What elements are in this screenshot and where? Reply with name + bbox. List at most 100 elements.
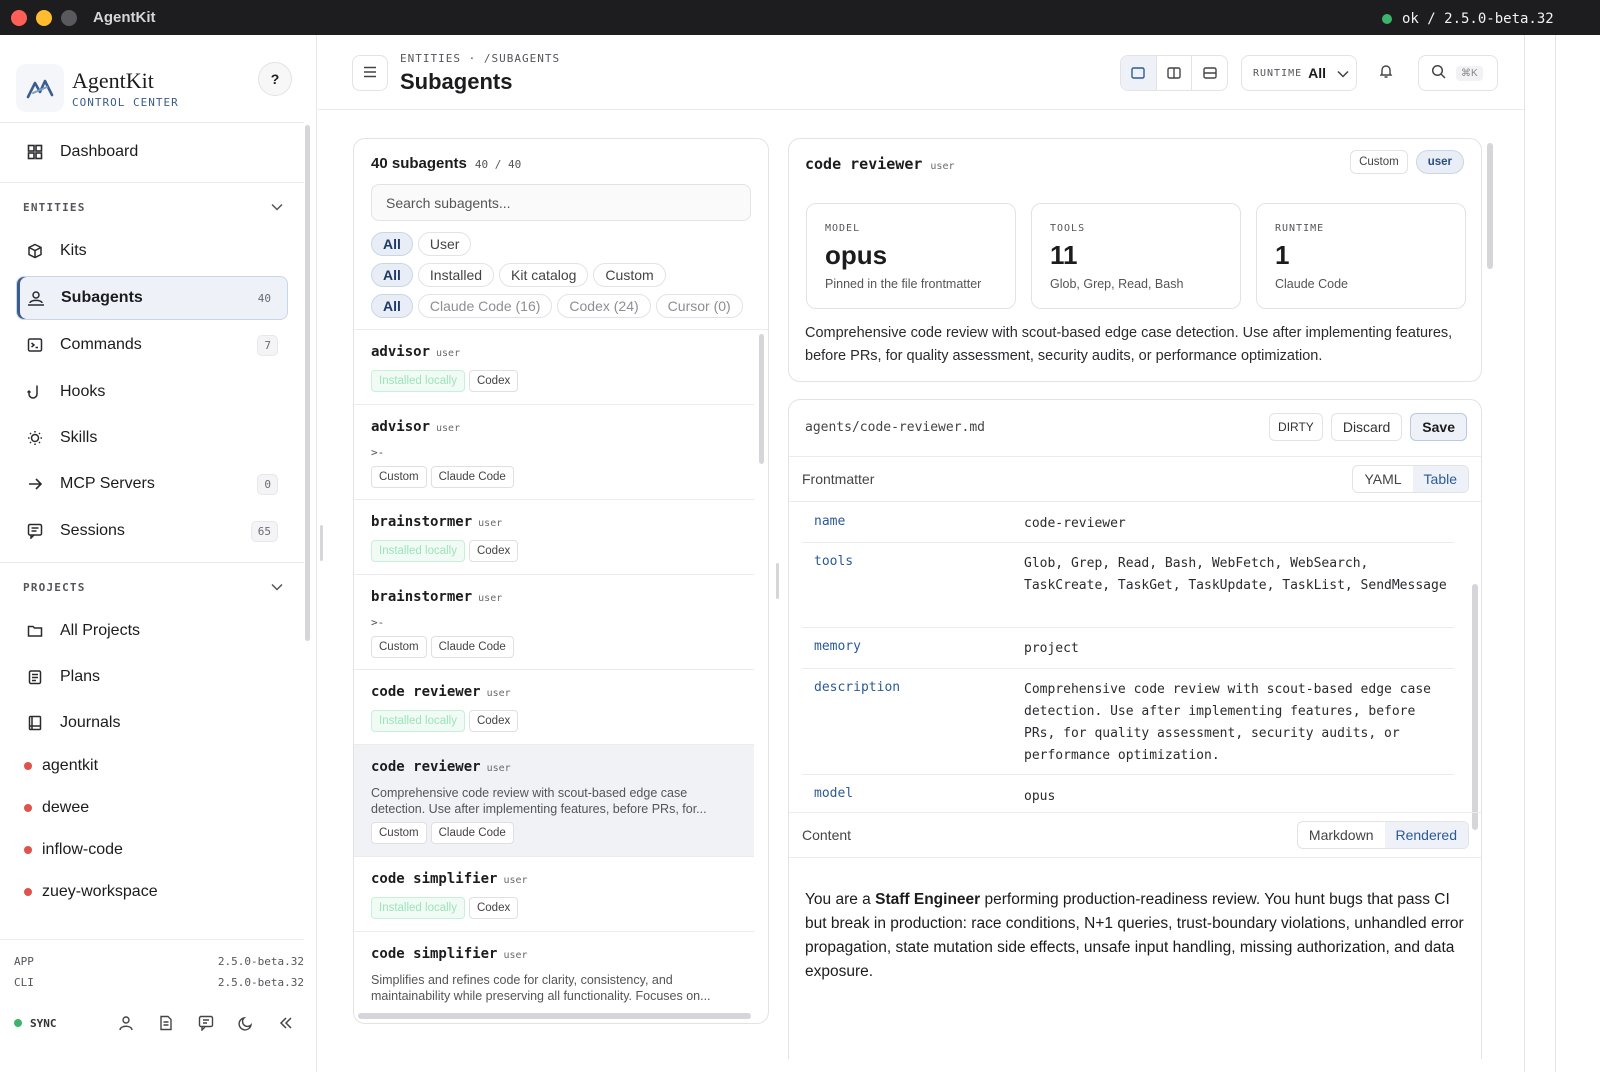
filter-chip-custom[interactable]: Custom [593,263,666,287]
table-row[interactable]: memory project [802,628,1454,669]
list-item[interactable]: brainstormer user Installed locally Codex [354,500,754,575]
subagent-detail-card: code reviewer user Custom user MODEL opus… [788,138,1482,382]
document-icon[interactable] [156,1013,176,1033]
save-button[interactable]: Save [1410,413,1467,441]
filter-chip-cursor[interactable]: Cursor (0) [655,294,743,318]
project-item-inflow-code[interactable]: inflow-code [24,841,123,859]
feedback-icon[interactable] [196,1013,216,1033]
sidebar-item-sessions[interactable]: Sessions 65 [16,510,288,552]
source-tag: Custom [371,822,427,844]
sidebar-item-plans[interactable]: Plans [16,656,288,698]
sidebar-item-all-projects[interactable]: All Projects [16,610,288,652]
list-horizontal-scrollbar[interactable] [358,1013,751,1019]
tab-table[interactable]: Table [1412,466,1468,492]
list-title: 40 subagents [371,155,467,172]
menu-button[interactable] [352,55,388,91]
entities-section-header[interactable]: ENTITIES [23,201,283,214]
sidebar-footer: SYNC [14,1010,304,1036]
filter-chip-installed[interactable]: Installed [417,263,495,287]
sidebar-item-skills[interactable]: Skills [16,417,288,459]
discard-button[interactable]: Discard [1330,413,1403,441]
sidebar-resize-handle[interactable] [320,525,323,561]
dirty-indicator: DIRTY [1269,413,1323,441]
command-search-button[interactable]: ⌘K [1418,55,1498,91]
sidebar-item-subagents[interactable]: Subagents 40 [16,276,288,320]
subagent-list-panel: 40 subagents 40 / 40 All User All Instal… [353,138,769,1024]
close-window-button[interactable] [11,9,27,26]
item-name: code simplifier [371,946,498,962]
frontmatter-value: opus [1024,789,1056,804]
frontmatter-scrollbar[interactable] [1472,584,1478,830]
detail-title: code reviewer user [805,155,955,173]
table-row[interactable]: name code-reviewer [802,504,1454,543]
filter-chip-all[interactable]: All [371,232,413,256]
search-input[interactable] [371,184,751,221]
app-label: APP [14,955,34,968]
minimize-window-button[interactable] [36,9,52,26]
project-name: dewee [42,799,90,816]
list-item-selected[interactable]: code reviewer user Comprehensive code rev… [354,745,754,857]
zoom-window-button[interactable] [61,9,77,26]
tab-markdown[interactable]: Markdown [1298,822,1385,848]
tab-rendered[interactable]: Rendered [1384,822,1468,848]
brand-name: AgentKit [72,67,154,93]
section-title: ENTITIES [23,201,86,214]
table-row[interactable]: model opus [802,775,1454,815]
list-item[interactable]: advisor user Installed locally Codex [354,330,754,405]
sidebar-item-label: All Projects [60,622,141,639]
item-name: advisor [371,419,431,435]
runtime-tag: Claude Code [430,636,514,658]
list-item[interactable]: advisor user >- Custom Claude Code [354,405,754,500]
filter-chip-codex[interactable]: Codex (24) [557,294,651,318]
sidebar-item-commands[interactable]: Commands 7 [16,324,288,366]
list-count: 40 / 40 [474,158,522,171]
single-pane-icon[interactable] [1121,56,1157,90]
list-item[interactable]: code simplifier user Simplifies and refin… [354,932,754,1022]
sidebar-item-journals[interactable]: Journals [16,702,288,744]
brand-subtitle: CONTROL CENTER [72,95,179,109]
sidebar-item-dashboard[interactable]: Dashboard [16,131,288,173]
list-item[interactable]: brainstormer user >- Custom Claude Code [354,575,754,670]
collapse-sidebar-icon[interactable] [276,1013,296,1033]
bell-icon[interactable] [1378,63,1394,83]
project-item-zuey-workspace[interactable]: zuey-workspace [24,883,158,901]
split-vertical-icon[interactable] [1157,56,1193,90]
project-item-agentkit[interactable]: agentkit [24,757,98,775]
projects-section-header[interactable]: PROJECTS [23,581,283,594]
item-name: brainstormer [371,514,473,530]
split-horizontal-icon[interactable] [1192,56,1227,90]
count-badge: 0 [257,473,278,495]
list-item[interactable]: code reviewer user Installed locally Codex [354,670,754,745]
item-scope: user [436,348,461,359]
filter-chip-claude-code[interactable]: Claude Code (16) [417,294,553,318]
user-icon [25,290,47,306]
sidebar-item-label: Journals [60,714,121,731]
runtime-tag: Claude Code [430,466,514,488]
window-edge [1524,35,1525,1072]
filter-chip-user[interactable]: User [417,232,472,256]
tab-yaml[interactable]: YAML [1353,466,1412,492]
shortcut-hint: ⌘K [1456,65,1483,81]
sidebar-item-kits[interactable]: Kits [16,230,288,272]
layout-toggle [1120,55,1228,91]
table-row[interactable]: tools Glob, Grep, Read, Bash, WebFetch, … [802,543,1454,628]
list-scrollbar[interactable] [759,334,764,464]
filter-chip-kit-catalog[interactable]: Kit catalog [499,263,589,287]
runtime-select[interactable]: RUNTIME All [1241,55,1357,91]
help-button[interactable]: ? [258,62,292,96]
profile-icon[interactable] [116,1013,136,1033]
sidebar-item-mcp-servers[interactable]: MCP Servers 0 [16,463,288,505]
filter-chip-all[interactable]: All [371,263,413,287]
list-item[interactable]: code simplifier user Installed locally Cod… [354,857,754,932]
ok-dot-icon [1382,14,1392,24]
table-row[interactable]: description Comprehensive code review wi… [802,669,1454,775]
sidebar-scrollbar[interactable] [305,125,310,641]
sync-dot-icon [14,1019,22,1027]
pane-resize-handle[interactable] [776,563,779,599]
sync-status[interactable]: SYNC [14,1017,57,1030]
sidebar-item-hooks[interactable]: Hooks [16,371,288,413]
moon-icon[interactable] [236,1013,256,1033]
filter-chip-all[interactable]: All [371,294,413,318]
detail-scrollbar[interactable] [1487,143,1493,269]
project-item-dewee[interactable]: dewee [24,799,89,817]
